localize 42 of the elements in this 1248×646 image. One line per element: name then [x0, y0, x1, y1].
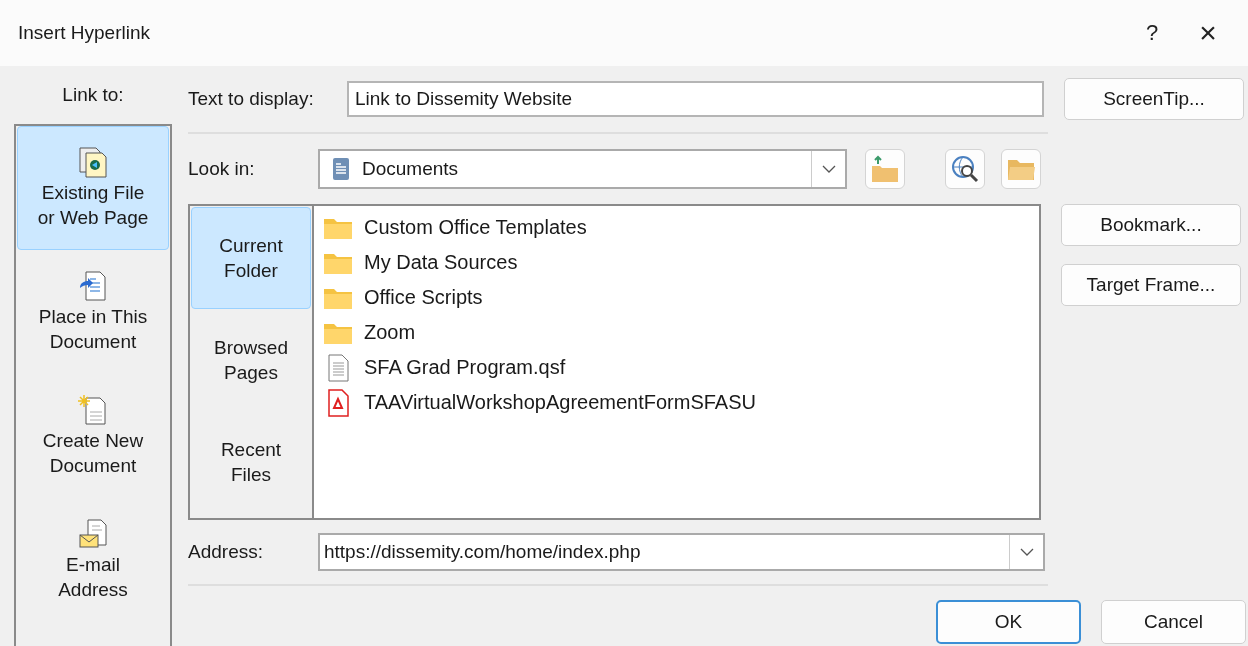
look-in-dropdown[interactable]: Documents — [318, 149, 847, 189]
browse-nav-item[interactable]: Browsed Pages — [191, 309, 311, 411]
bookmark-button[interactable]: Bookmark... — [1061, 204, 1241, 246]
email-icon — [78, 518, 108, 550]
text-to-display-label: Text to display: — [188, 88, 314, 110]
look-in-label: Look in: — [188, 158, 256, 180]
close-button[interactable]: × — [1180, 16, 1236, 50]
text-to-display-field[interactable]: Link to Dissemity Website — [347, 81, 1044, 117]
cancel-button[interactable]: Cancel — [1101, 600, 1246, 644]
link-type-item[interactable]: E-mail Address — [17, 498, 169, 622]
address-label: Address: — [188, 541, 264, 563]
target-frame-button[interactable]: Target Frame... — [1061, 264, 1241, 306]
folder-up-icon — [870, 154, 900, 184]
new-document-icon — [78, 394, 108, 426]
chevron-down-icon — [1019, 548, 1034, 556]
screentip-button[interactable]: ScreenTip... — [1064, 78, 1244, 120]
address-field[interactable]: https://dissemity.com/home/index.php — [318, 533, 1045, 571]
file-list-item[interactable]: Custom Office Templates — [322, 210, 1031, 245]
browse-web-button[interactable] — [945, 149, 985, 189]
file-list-item[interactable]: Zoom — [322, 315, 1031, 350]
browse-nav-item[interactable]: Current Folder — [191, 207, 311, 309]
ok-button[interactable]: OK — [936, 600, 1081, 644]
address-value: https://dissemity.com/home/index.php — [323, 541, 642, 563]
up-folder-button[interactable] — [865, 149, 905, 189]
link-to-label: Link to: — [61, 83, 125, 107]
link-type-item[interactable]: Place in This Document — [17, 250, 169, 374]
browse-nav-item[interactable]: Recent Files — [191, 411, 311, 513]
file-list-item[interactable]: My Data Sources — [322, 245, 1031, 280]
file-list-item[interactable]: Office Scripts — [322, 280, 1031, 315]
file-list-item[interactable]: SFA Grad Program.qsf — [322, 350, 1031, 385]
window-title: Insert Hyperlink — [18, 22, 151, 44]
help-button[interactable]: ? — [1124, 20, 1180, 46]
file-list-item[interactable]: TAAVirtualWorkshopAgreementFormSFASU — [322, 385, 1031, 420]
web-page-icon — [78, 146, 108, 178]
look-in-value: Documents — [361, 158, 460, 180]
chevron-down-icon — [821, 165, 836, 173]
link-type-item[interactable]: Create New Document — [17, 374, 169, 498]
library-icon — [332, 157, 350, 181]
document-arrow-icon — [78, 270, 108, 302]
link-type-item[interactable]: Existing File or Web Page — [17, 126, 169, 250]
browse-file-button[interactable] — [1001, 149, 1041, 189]
globe-search-icon — [950, 154, 980, 184]
